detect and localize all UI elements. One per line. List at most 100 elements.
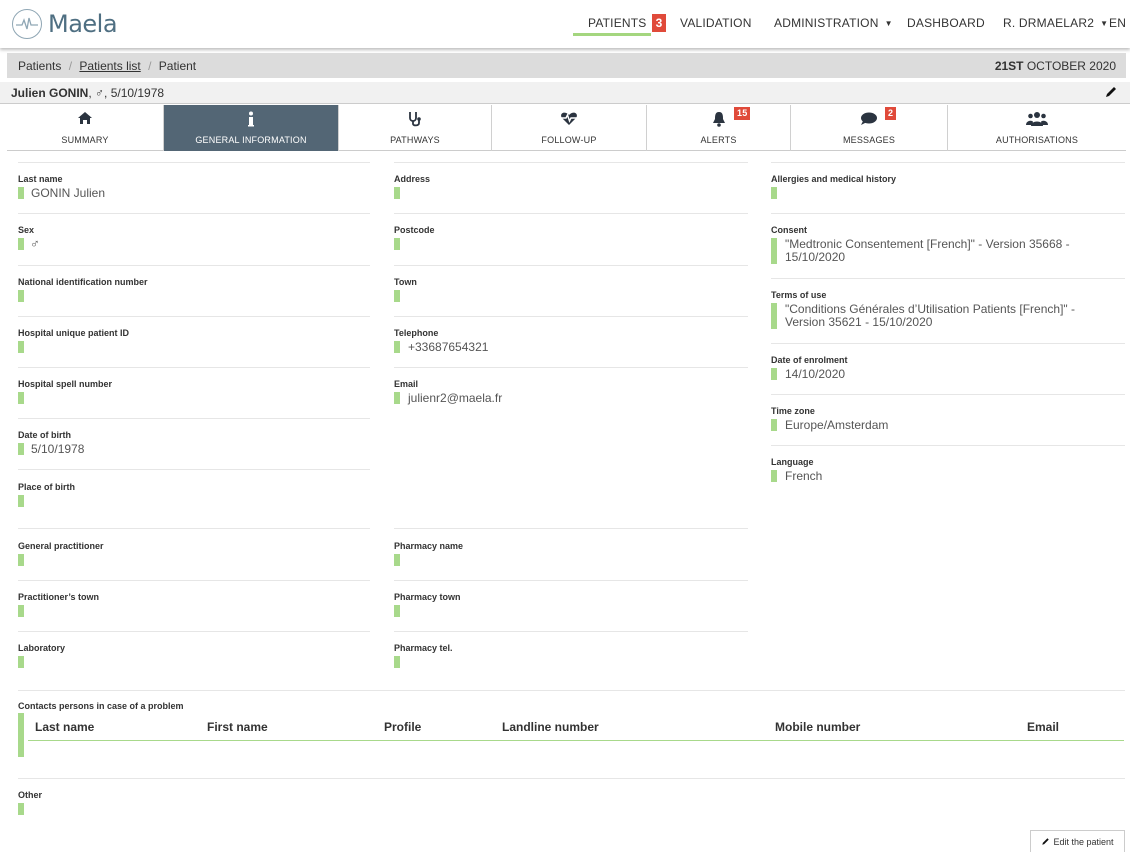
tab-alerts[interactable]: 15 ALERTS [647,105,791,151]
separator [18,162,370,163]
national-id-label: National identification number [18,277,148,287]
separator [394,162,748,163]
patient-name: Julien GONIN [11,86,89,100]
contacts-col-profile: Profile [384,720,422,734]
language-value: French [785,469,823,483]
date-of-birth-value: 5/10/1978 [31,442,85,456]
separator [771,213,1125,214]
alerts-count-badge: 15 [734,107,751,120]
tab-authorisations[interactable]: AUTHORISATIONS [948,105,1126,151]
breadcrumb-patients[interactable]: Patients [18,59,61,73]
separator [18,631,370,632]
field-marker [771,238,777,264]
maela-logo[interactable]: Maela [12,4,118,44]
timezone-value: Europe/Amsterdam [785,418,889,432]
nav-administration-label: ADMINISTRATION [774,16,879,30]
field-marker [18,495,24,507]
place-of-birth-label: Place of birth [18,482,76,492]
field-marker [394,554,400,566]
separator [18,265,370,266]
patient-dob: 5/10/1978 [110,86,165,100]
tab-general-information-label: GENERAL INFORMATION [195,135,307,145]
users-icon [1026,112,1048,126]
field-marker [18,238,24,250]
tab-summary[interactable]: SUMMARY [7,105,164,151]
bell-icon [712,112,725,127]
allergies-label: Allergies and medical history [771,174,897,184]
heartbeat-icon [561,112,577,125]
stethoscope-icon [409,112,421,127]
nav-language[interactable]: EN [1109,16,1126,30]
tab-pathways-label: PATHWAYS [390,135,440,145]
nav-dashboard[interactable]: DASHBOARD [907,16,985,30]
pharmacy-name-label: Pharmacy name [394,541,464,551]
contacts-col-email: Email [1027,720,1060,734]
patient-summary: Julien GONIN, ♂, 5/10/1978 [11,86,165,100]
town-label: Town [394,277,417,287]
sex-value: ♂ [30,236,40,251]
field-marker [394,656,400,668]
enrolment-value: 14/10/2020 [785,367,846,381]
tab-follow-up[interactable]: FOLLOW-UP [492,105,647,151]
breadcrumb-separator: / [68,59,73,73]
nav-administration[interactable]: ADMINISTRATION ▼ [774,16,893,30]
field-marker [18,554,24,566]
other-label: Other [18,790,43,800]
separator [394,316,748,317]
field-marker [18,605,24,617]
current-date-day: 21ST [994,59,1024,73]
last-name-label: Last name [18,174,63,184]
field-marker [394,238,400,250]
field-marker [771,303,777,329]
terms-value: "Conditions Générales d’Utilisation Pati… [785,302,1075,329]
tab-general-information[interactable]: GENERAL INFORMATION [164,105,339,151]
breadcrumb-patients-list[interactable]: Patients list [79,59,140,73]
patient-sex-symbol: ♂ [95,86,105,100]
field-marker [18,443,24,455]
pencil-icon [1042,838,1050,845]
caret-down-icon: ▼ [884,19,893,29]
nav-active-indicator [573,33,651,36]
chat-icon [861,112,877,125]
field-marker [394,392,400,404]
postcode-label: Postcode [394,225,435,235]
caret-down-icon: ▼ [1100,19,1109,29]
separator [394,528,748,529]
pharmacy-tel-label: Pharmacy tel. [394,643,453,653]
field-marker [771,368,777,380]
nav-user-menu[interactable]: R. DRMAELAR2 ▼ [1003,16,1108,30]
field-marker [18,656,24,668]
tab-alerts-label: ALERTS [700,135,737,145]
telephone-value: +33687654321 [408,340,489,354]
email-label: Email [394,379,419,389]
enrolment-label: Date of enrolment [771,355,848,365]
pharmacy-town-label: Pharmacy town [394,592,461,602]
telephone-label: Telephone [394,328,439,338]
nav-validation[interactable]: VALIDATION [680,16,752,30]
home-icon [78,112,92,124]
current-date-month-year: OCTOBER 2020 [1026,59,1116,73]
field-marker [771,187,777,199]
edit-patient-button[interactable]: Edit the patient [1030,830,1125,852]
tab-messages[interactable]: 2 MESSAGES [791,105,948,151]
gp-label: General practitioner [18,541,104,551]
tab-pathways[interactable]: PATHWAYS [339,105,492,151]
pencil-icon[interactable] [1104,85,1118,99]
laboratory-label: Laboratory [18,643,66,653]
address-label: Address [394,174,431,184]
breadcrumb-patient: Patient [158,59,197,73]
consent-label: Consent [771,225,807,235]
contacts-col-landline: Landline number [502,720,599,734]
email-value: julienr2@maela.fr [408,391,503,405]
nav-user-label: R. DRMAELAR2 [1003,16,1095,30]
breadcrumb-bar: Patients / Patients list / Patient 21ST … [7,53,1126,78]
separator [18,528,370,529]
contacts-label: Contacts persons in case of a problem [18,701,184,711]
field-marker [18,187,24,199]
field-marker [394,290,400,302]
breadcrumb-separator: / [148,59,152,73]
separator [18,213,370,214]
separator [394,631,748,632]
field-marker [18,341,24,353]
nav-patients[interactable]: PATIENTS [588,16,647,30]
